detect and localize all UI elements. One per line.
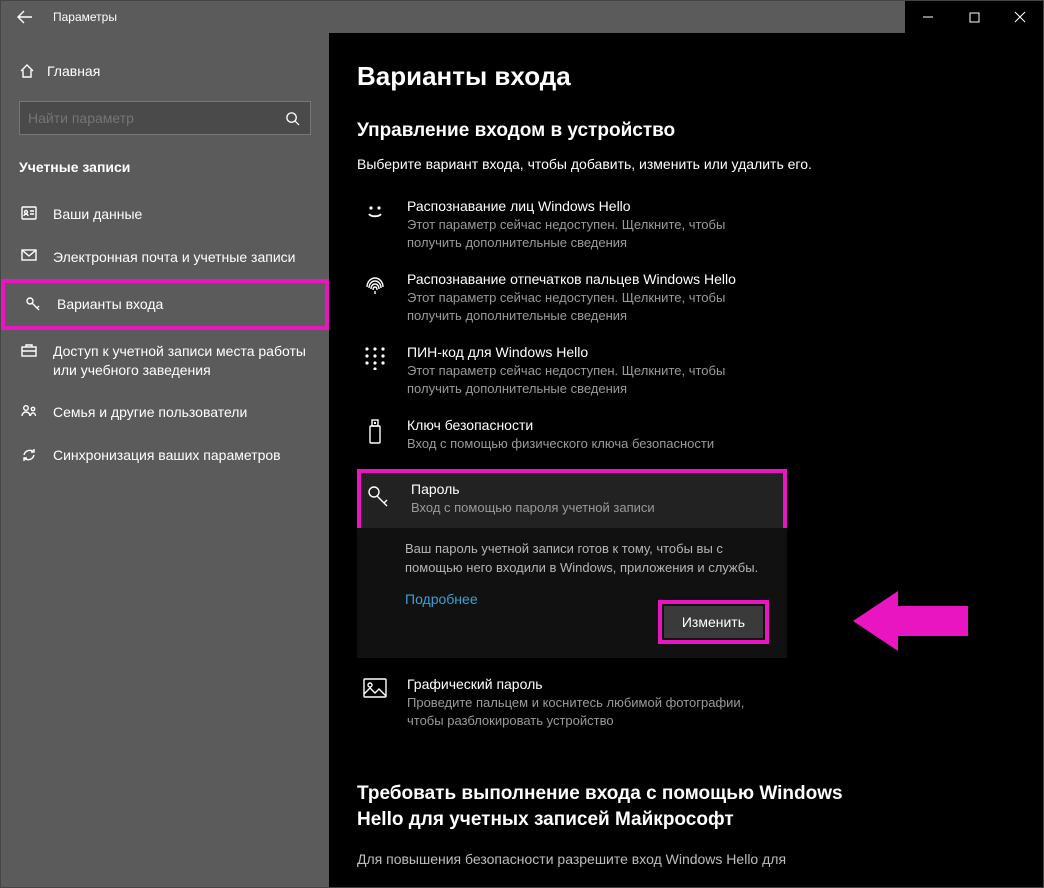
option-desc: Этот параметр сейчас недоступен. Щелкнит… — [407, 289, 783, 324]
sidebar: Главная Учетные записи Ваши данные Элект… — [1, 33, 329, 887]
page-title: Варианты входа — [357, 61, 1043, 92]
option-desc: Этот параметр сейчас недоступен. Щелкнит… — [407, 362, 783, 397]
titlebar: Параметры — [1, 1, 1043, 33]
main-scroll[interactable]: Варианты входа Управление входом в устро… — [329, 33, 1043, 887]
password-panel-text: Ваш пароль учетной записи готов к тому, … — [405, 540, 769, 576]
nav-family[interactable]: Семья и другие пользователи — [1, 391, 329, 434]
minimize-button[interactable] — [905, 1, 951, 33]
option-title: Пароль — [411, 481, 655, 497]
password-panel: Ваш пароль учетной записи готов к тому, … — [357, 528, 787, 658]
home-icon — [19, 63, 47, 79]
nav-your-info[interactable]: Ваши данные — [1, 193, 329, 236]
option-desc: Этот параметр сейчас недоступен. Щелкнит… — [407, 216, 783, 251]
require-hello-title: Требовать выполнение входа с помощью Win… — [357, 781, 877, 832]
nav-label: Доступ к учетной записи места работы или… — [53, 342, 311, 380]
option-title: ПИН-код для Windows Hello — [407, 344, 783, 360]
home-link[interactable]: Главная — [1, 55, 329, 87]
usb-key-icon — [361, 417, 389, 453]
nav-label: Синхронизация ваших параметров — [53, 446, 281, 465]
option-title: Ключ безопасности — [407, 417, 714, 433]
nav-label: Электронная почта и учетные записи — [53, 248, 295, 267]
learn-more-link[interactable]: Подробнее — [405, 591, 478, 607]
fingerprint-icon — [361, 271, 389, 324]
keypad-icon — [361, 344, 389, 397]
change-button-highlight: Изменить — [658, 600, 769, 644]
option-security-key[interactable]: Ключ безопасности Вход с помощью физичес… — [357, 409, 787, 465]
change-button[interactable]: Изменить — [664, 606, 763, 638]
window-title: Параметры — [49, 10, 905, 24]
key-icon — [365, 481, 393, 517]
option-pin[interactable]: ПИН-код для Windows Hello Этот параметр … — [357, 336, 787, 409]
back-button[interactable] — [1, 1, 49, 33]
mail-icon — [19, 248, 39, 261]
require-hello-desc: Для повышения безопасности разрешите вхо… — [357, 851, 897, 867]
people-icon — [19, 403, 39, 418]
section-title: Учетные записи — [1, 145, 329, 185]
nav-signin-options[interactable]: Варианты входа — [1, 279, 329, 330]
manage-title: Управление входом в устройство — [357, 120, 997, 142]
option-title: Графический пароль — [407, 676, 783, 692]
option-face[interactable]: Распознавание лиц Windows Hello Этот пар… — [357, 190, 787, 263]
nav-work-school[interactable]: Доступ к учетной записи места работы или… — [1, 330, 329, 392]
search-box[interactable] — [19, 101, 311, 135]
face-icon — [361, 198, 389, 251]
nav-sync[interactable]: Синхронизация ваших параметров — [1, 434, 329, 477]
home-label: Главная — [47, 63, 100, 79]
option-password[interactable]: Пароль Вход с помощью пароля учетной зап… — [357, 469, 787, 533]
main: Варианты входа Управление входом в устро… — [329, 33, 1043, 887]
maximize-button[interactable] — [951, 1, 997, 33]
nav-label: Варианты входа — [57, 295, 163, 314]
picture-icon — [361, 676, 389, 729]
option-fingerprint[interactable]: Распознавание отпечатков пальцев Windows… — [357, 263, 787, 336]
option-desc: Проведите пальцем и коснитесь любимой фо… — [407, 694, 783, 729]
key-icon — [23, 295, 43, 312]
id-card-icon — [19, 205, 39, 220]
option-desc: Вход с помощью физического ключа безопас… — [407, 435, 714, 453]
search-icon — [282, 111, 302, 126]
nav-label: Семья и другие пользователи — [53, 403, 247, 422]
option-title: Распознавание лиц Windows Hello — [407, 198, 783, 214]
option-title: Распознавание отпечатков пальцев Windows… — [407, 271, 783, 287]
nav-email-accounts[interactable]: Электронная почта и учетные записи — [1, 236, 329, 279]
nav-label: Ваши данные — [53, 205, 142, 224]
option-desc: Вход с помощью пароля учетной записи — [411, 499, 655, 517]
manage-desc: Выберите вариант входа, чтобы добавить, … — [357, 156, 997, 172]
close-button[interactable] — [997, 1, 1043, 33]
sync-icon — [19, 446, 39, 463]
briefcase-icon — [19, 342, 39, 357]
option-picture-password[interactable]: Графический пароль Проведите пальцем и к… — [357, 668, 787, 741]
search-input[interactable] — [28, 110, 282, 126]
